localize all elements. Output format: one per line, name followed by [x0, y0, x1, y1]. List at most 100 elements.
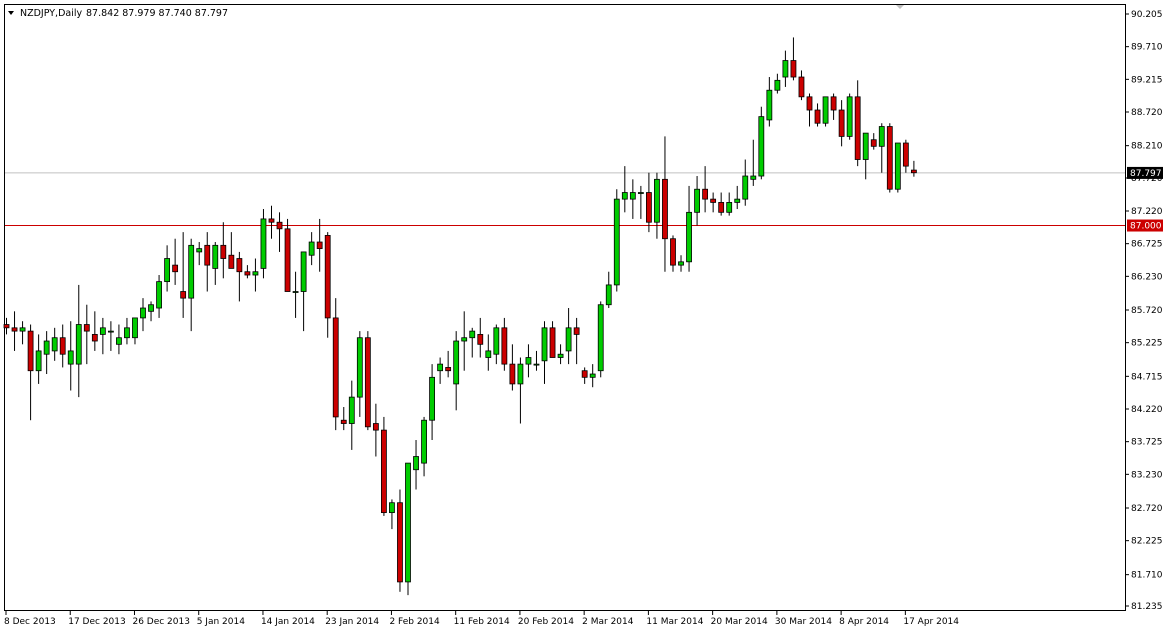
candle-body-bull — [605, 284, 612, 306]
candle-body-bear — [284, 228, 291, 292]
candle — [405, 462, 411, 596]
candle-body-bear — [646, 192, 652, 223]
candle-body-bear — [228, 254, 235, 269]
candle-body-bull — [678, 261, 684, 266]
y-tick-label: 83.230 — [1131, 470, 1163, 480]
candle-body-bear — [718, 202, 725, 213]
candle-body-bear — [59, 337, 66, 355]
x-tick-label: 2 Feb 2014 — [389, 617, 440, 627]
candle-body-bull — [405, 462, 411, 583]
candle-body-bear — [814, 109, 821, 124]
symbol-label: NZDJPY,Daily — [20, 8, 82, 19]
candle — [332, 298, 339, 431]
candle — [613, 189, 620, 292]
candle-body-bull — [356, 337, 363, 398]
candle — [894, 142, 901, 193]
candle-body-bear — [710, 198, 717, 203]
candle-body-bull — [629, 192, 636, 200]
candle — [260, 209, 267, 279]
candle-body-bear — [806, 96, 813, 111]
candle-body-bull — [613, 198, 620, 286]
y-tick-label: 82.720 — [1131, 504, 1163, 514]
candle-body-bull — [35, 350, 42, 372]
candle-body-bull — [212, 244, 219, 269]
candle-body-bear — [910, 169, 917, 174]
candle-body-bull — [156, 281, 162, 309]
candle-body-bull — [686, 211, 692, 263]
candle-body-bull — [116, 337, 122, 345]
candle-body-bull — [541, 327, 548, 362]
candle-body-bull — [461, 337, 468, 342]
candle — [284, 218, 291, 292]
candle — [381, 416, 387, 516]
candle-body-bear — [790, 60, 797, 78]
candle-body-bull — [132, 317, 138, 339]
x-tick-label: 17 Apr 2014 — [903, 617, 959, 627]
candle-body-bear — [236, 258, 243, 273]
candle-body-bull — [637, 192, 644, 194]
y-tick-label: 88.210 — [1131, 142, 1163, 152]
candle-body-bear — [316, 241, 323, 250]
y-tick-label: 81.235 — [1131, 602, 1163, 612]
current-price-label: 87.797 — [1130, 169, 1162, 179]
y-tick-label: 87.220 — [1131, 207, 1163, 217]
candle-body-bull — [894, 142, 901, 190]
candle-body-bull — [742, 175, 749, 200]
candle-body-bear — [27, 330, 34, 372]
x-tick-label: 11 Feb 2014 — [454, 617, 510, 627]
x-tick-label: 8 Apr 2014 — [839, 617, 889, 627]
candle-body-bull — [188, 244, 195, 299]
x-tick-label: 20 Feb 2014 — [518, 617, 574, 627]
candle-body-bull — [565, 327, 572, 352]
candle-body-bull — [429, 376, 435, 421]
y-tick-label: 83.725 — [1131, 438, 1163, 448]
y-tick-label: 84.220 — [1131, 405, 1163, 415]
chart-header: NZDJPY,Daily 87.842 87.979 87.740 87.797 — [8, 8, 228, 19]
ohlc-readout: 87.842 87.979 87.740 87.797 — [86, 8, 228, 19]
x-tick-label: 26 Dec 2013 — [132, 617, 190, 627]
candle-body-bull — [758, 116, 765, 177]
candle-body-bull — [148, 304, 154, 312]
candle-body-bull — [308, 241, 315, 256]
candle-body-bull — [453, 340, 460, 385]
candle-body-bull — [533, 363, 540, 366]
candle-body-bear — [501, 327, 508, 365]
x-tick-label: 20 Mar 2014 — [711, 617, 768, 627]
candle-body-bull — [196, 248, 203, 253]
candle-body-bear — [332, 317, 339, 418]
candle-body-bull — [75, 324, 82, 365]
x-tick-label: 11 Mar 2014 — [646, 617, 703, 627]
current-price-tag: 87.797 — [1127, 166, 1163, 179]
candle-body-bull — [421, 419, 427, 464]
candle-body-bear — [662, 178, 668, 240]
candle-body-bear — [340, 419, 347, 424]
candle-body-bull — [726, 202, 733, 213]
candle-body-bear — [381, 429, 387, 514]
y-tick-label: 88.720 — [1131, 108, 1163, 118]
candle-body-bull — [694, 188, 700, 213]
candle-body-bull — [300, 251, 307, 292]
candle-body-bull — [621, 192, 628, 200]
candle-body-bull — [99, 327, 106, 335]
candle-body-bear — [798, 76, 805, 98]
level-price-tag: 87.000 — [1127, 219, 1163, 232]
x-tick-label: 30 Mar 2014 — [775, 617, 832, 627]
candle-body-bull — [107, 330, 114, 333]
candle-body-bear — [886, 126, 893, 190]
candle-body-bull — [485, 350, 492, 358]
candle-body-bull — [164, 258, 171, 283]
candle — [758, 106, 765, 180]
plot-frame — [4, 4, 1126, 611]
candle-body-bear — [445, 367, 452, 372]
candle-body-bull — [469, 330, 476, 339]
y-tick-label: 85.225 — [1131, 339, 1163, 349]
candle-body-bear — [83, 324, 90, 332]
candle-body-bull — [517, 363, 524, 385]
candle-body-bear — [91, 334, 98, 342]
candle-body-bull — [252, 271, 259, 276]
candle-body-bear — [702, 188, 709, 200]
candle-body-bull — [260, 218, 267, 269]
candle — [397, 489, 403, 592]
x-tick-label: 23 Jan 2014 — [325, 617, 379, 627]
candle-body-bull — [525, 357, 532, 365]
